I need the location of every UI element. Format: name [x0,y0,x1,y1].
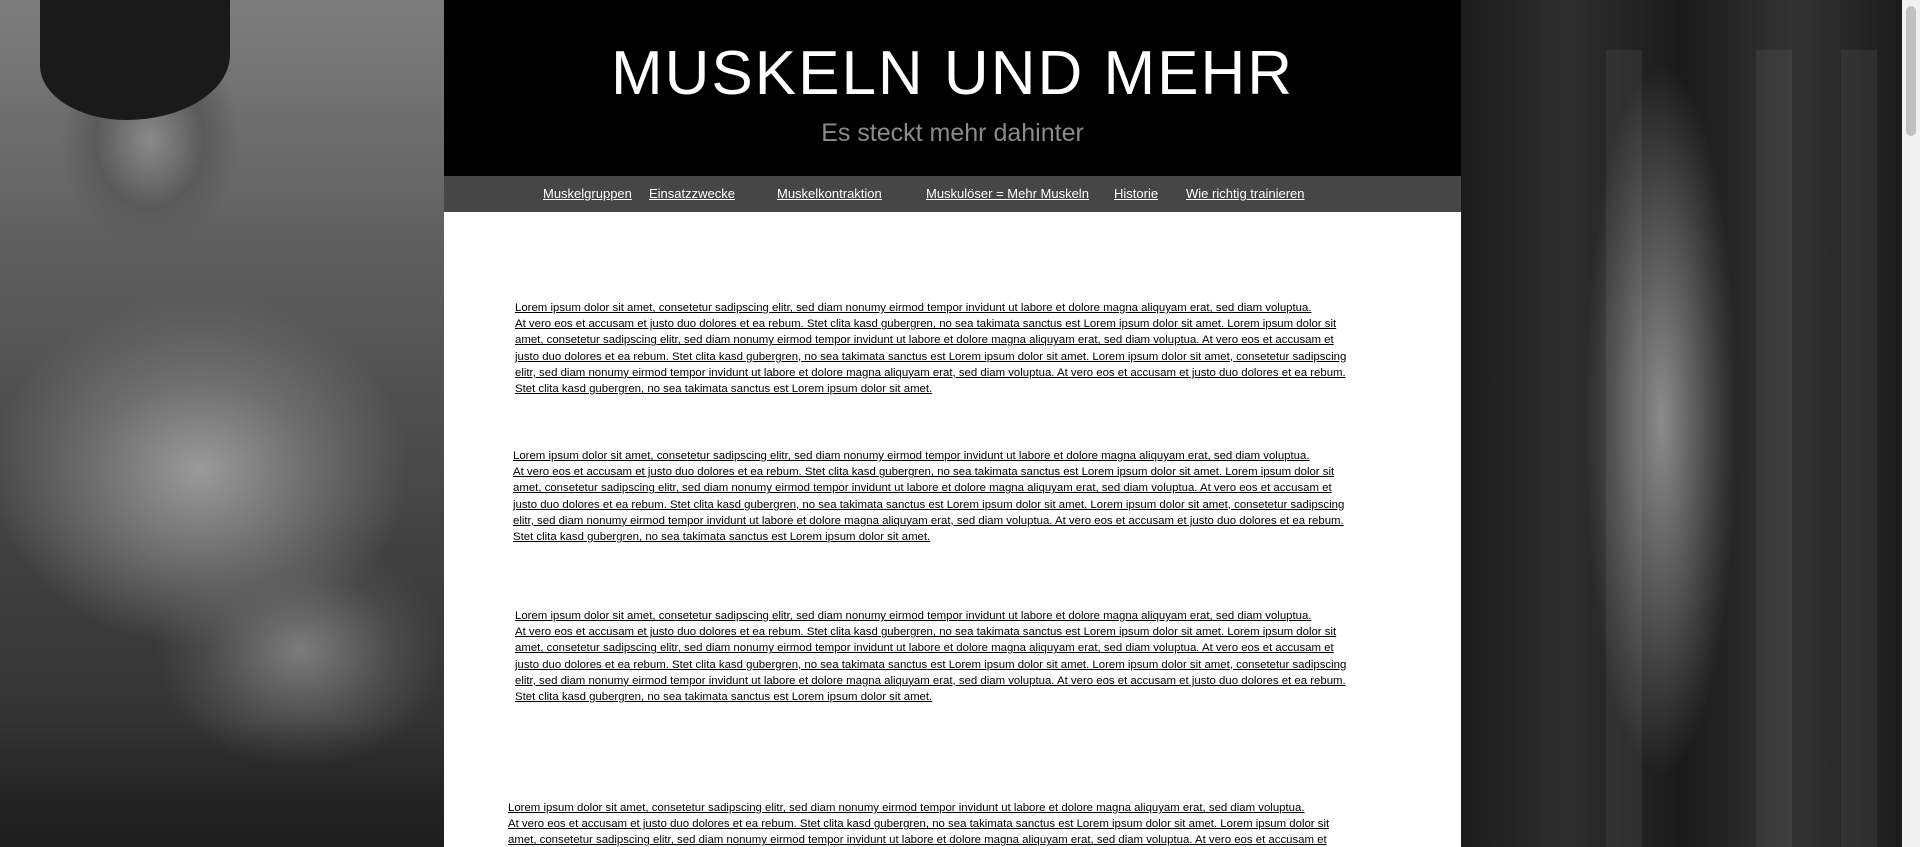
paragraph-line: amet, consetetur sadipscing elitr, sed d… [515,334,1334,347]
paragraph-line: Stet clita kasd gubergren, no sea takima… [515,691,933,704]
content-area: Lorem ipsum dolor sit amet, consetetur s… [444,212,1461,847]
main-column: MUSKELN UND MEHR Es steckt mehr dahinter… [444,0,1461,847]
paragraph-line: justo duo dolores et ea rebum. Stet clit… [515,350,1347,363]
page: MUSKELN UND MEHR Es steckt mehr dahinter… [0,0,1920,847]
paragraph-line: justo duo dolores et ea rebum. Stet clit… [515,658,1347,671]
photo-background-band [1841,50,1877,847]
site-header: MUSKELN UND MEHR Es steckt mehr dahinter [444,0,1461,176]
paragraph-line: Stet clita kasd gubergren, no sea takima… [515,383,933,396]
photo-background-band [1606,50,1642,847]
nav-link-historie[interactable]: Historie [1114,186,1158,202]
paragraph-line: elitr, sed diam nonumy eirmod tempor inv… [513,514,1344,527]
left-bodybuilder-photo [0,0,444,847]
page-scrollbar[interactable] [1902,0,1920,847]
paragraph-line: At vero eos et accusam et justo duo dolo… [515,626,1337,639]
paragraph-line: Lorem ipsum dolor sit amet, consetetur s… [508,802,1305,814]
content-paragraph-2: Lorem ipsum dolor sit amet, consetetur s… [513,448,1418,545]
photo-shade [0,720,444,847]
nav-link-muskelkontraktion[interactable]: Muskelkontraktion [777,186,882,202]
paragraph-line: Stet clita kasd gubergren, no sea takima… [513,531,931,544]
scrollbar-thumb[interactable] [1906,6,1916,136]
paragraph-line: Lorem ipsum dolor sit amet, consetetur s… [515,302,1312,314]
main-nav: Muskelgruppen Einsatzzwecke Muskelkontra… [444,176,1461,212]
content-paragraph-1: Lorem ipsum dolor sit amet, consetetur s… [515,300,1420,397]
paragraph-line: elitr, sed diam nonumy eirmod tempor inv… [515,366,1346,379]
paragraph-line: amet, consetetur sadipscing elitr, sed d… [513,482,1332,495]
paragraph-line: justo duo dolores et ea rebum. Stet clit… [513,498,1345,511]
content-paragraph-4: Lorem ipsum dolor sit amet, consetetur s… [508,800,1413,847]
paragraph-line: At vero eos et accusam et justo duo dolo… [508,818,1330,831]
content-paragraph-3: Lorem ipsum dolor sit amet, consetetur s… [515,608,1420,705]
site-subtitle: Es steckt mehr dahinter [821,119,1084,147]
paragraph-line: At vero eos et accusam et justo duo dolo… [515,318,1337,331]
paragraph-line: amet, consetetur sadipscing elitr, sed d… [508,834,1327,847]
paragraph-line: amet, consetetur sadipscing elitr, sed d… [515,642,1334,655]
paragraph-line: elitr, sed diam nonumy eirmod tempor inv… [515,674,1346,687]
nav-link-wie-richtig-trainieren[interactable]: Wie richtig trainieren [1186,186,1305,202]
photo-background-band [1756,50,1792,847]
nav-link-muskuloeser[interactable]: Muskulöser = Mehr Muskeln [926,186,1089,202]
paragraph-line: Lorem ipsum dolor sit amet, consetetur s… [513,450,1310,462]
right-bodybuilder-photo [1461,0,1902,847]
paragraph-line: At vero eos et accusam et justo duo dolo… [513,466,1335,479]
site-title: MUSKELN UND MEHR [610,39,1295,108]
nav-link-einsatzzwecke[interactable]: Einsatzzwecke [649,186,735,202]
nav-link-muskelgruppen[interactable]: Muskelgruppen [543,186,632,202]
paragraph-line: Lorem ipsum dolor sit amet, consetetur s… [515,610,1312,622]
photo-hair-shape [40,0,230,120]
